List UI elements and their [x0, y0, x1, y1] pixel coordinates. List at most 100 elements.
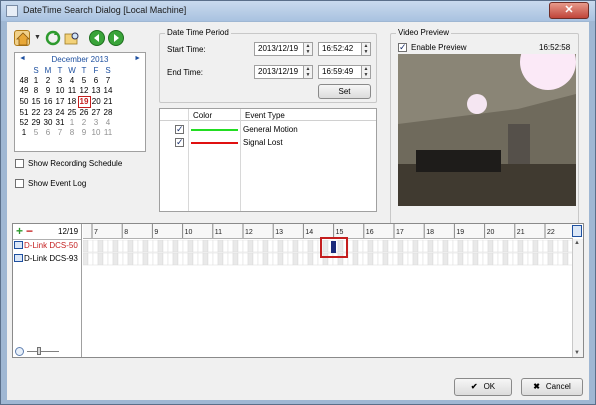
timeline-cell[interactable] — [132, 252, 139, 266]
timeline-cell[interactable] — [87, 240, 94, 253]
timeline-cell[interactable] — [427, 252, 434, 266]
timeline-cell[interactable] — [552, 240, 559, 253]
dropdown-arrow-icon[interactable]: ▼ — [34, 34, 41, 41]
calendar-day[interactable]: 10 — [54, 86, 66, 97]
video-preview-frame[interactable] — [398, 54, 576, 206]
timeline-cell[interactable] — [552, 252, 559, 266]
zoom-icon[interactable] — [15, 347, 24, 356]
add-camera-button[interactable]: + — [16, 225, 23, 237]
timeline-cell[interactable] — [512, 240, 519, 253]
calendar-day[interactable]: 9 — [42, 86, 54, 97]
month-calendar[interactable]: ◄ December 2013 ► S M T W T F S 48 1 2 3… — [14, 52, 146, 152]
calendar-day[interactable]: 11 — [66, 86, 78, 97]
timeline-cell[interactable] — [162, 252, 169, 266]
timeline-cell[interactable] — [237, 252, 244, 266]
timeline-cell[interactable] — [397, 240, 404, 253]
timeline-panel[interactable]: + − 12/19 D-Link DCS-50 D-Link DCS-93 7 8… — [12, 223, 584, 358]
calendar-month-label[interactable]: December 2013 — [15, 55, 145, 65]
timeline-cell[interactable] — [282, 252, 289, 266]
timeline-cell[interactable] — [422, 252, 429, 266]
timeline-cell[interactable] — [402, 240, 409, 253]
timeline-cell[interactable] — [447, 252, 454, 266]
timeline-cell[interactable] — [122, 240, 129, 253]
timeline-cell[interactable] — [542, 252, 549, 266]
calendar-day[interactable]: 6 — [42, 128, 54, 138]
timeline-cell[interactable] — [157, 252, 164, 266]
timeline-cell[interactable] — [122, 252, 129, 266]
title-bar[interactable]: DateTime Search Dialog [Local Machine] ✕ — [1, 1, 595, 21]
timeline-cell[interactable] — [392, 240, 399, 253]
close-button[interactable]: ✕ — [549, 2, 589, 19]
back-icon[interactable] — [89, 30, 105, 46]
calendar-day[interactable]: 30 — [42, 118, 54, 128]
timeline-cell[interactable] — [107, 240, 114, 253]
timeline-cell[interactable] — [502, 240, 509, 253]
forward-icon[interactable] — [108, 30, 124, 46]
timeline-cell[interactable] — [117, 240, 124, 253]
timeline-cell[interactable] — [507, 252, 514, 266]
timeline-cell[interactable] — [302, 240, 309, 253]
end-time-picker[interactable]: 16:59:49 ▲ ▼ — [318, 65, 371, 79]
start-time-picker[interactable]: 16:52:42 ▲ ▼ — [318, 42, 371, 56]
timeline-cell[interactable] — [107, 252, 114, 266]
timeline-cell[interactable] — [182, 240, 189, 253]
refresh-icon[interactable] — [45, 30, 61, 46]
timeline-cell[interactable] — [272, 252, 279, 266]
timeline-cell[interactable] — [147, 240, 154, 253]
calendar-day[interactable]: 1 — [30, 76, 42, 86]
timeline-cell[interactable] — [467, 252, 474, 266]
home-icon[interactable] — [14, 30, 30, 46]
timeline-cell[interactable] — [182, 252, 189, 266]
calendar-day[interactable]: 21 — [102, 97, 114, 108]
timeline-calendar-icon[interactable] — [572, 225, 582, 237]
show-event-log-label[interactable]: Show Event Log — [28, 179, 86, 188]
timeline-cell[interactable] — [172, 240, 179, 253]
timeline-cell[interactable] — [207, 252, 214, 266]
calendar-day[interactable]: 6 — [90, 76, 102, 86]
timeline-cell[interactable] — [167, 252, 174, 266]
timeline-cell[interactable] — [232, 252, 239, 266]
timeline-cell[interactable] — [307, 240, 314, 253]
calendar-day[interactable]: 10 — [90, 128, 102, 138]
enable-preview-checkbox[interactable] — [398, 42, 407, 53]
timeline-cell[interactable] — [277, 240, 284, 253]
timeline-cell[interactable] — [417, 252, 424, 266]
timeline-cell[interactable] — [242, 240, 249, 253]
zoom-slider-track[interactable] — [27, 351, 59, 352]
calendar-day[interactable]: 26 — [78, 108, 90, 119]
timeline-cell[interactable] — [162, 240, 169, 253]
calendar-day[interactable]: 5 — [30, 128, 42, 138]
timeline-cell[interactable] — [377, 240, 384, 253]
timeline-cell[interactable] — [292, 240, 299, 253]
timeline-cell[interactable] — [407, 252, 414, 266]
timeline-cell[interactable] — [257, 240, 264, 253]
show-recording-schedule-label[interactable]: Show Recording Schedule — [28, 159, 122, 168]
calendar-day[interactable]: 7 — [102, 76, 114, 86]
calendar-day[interactable]: 25 — [66, 108, 78, 119]
timeline-cell[interactable] — [357, 240, 364, 253]
timeline-cell[interactable] — [537, 252, 544, 266]
timeline-cell[interactable] — [157, 240, 164, 253]
timeline-cell[interactable] — [392, 252, 399, 266]
timeline-cell[interactable] — [212, 252, 219, 266]
timeline-cell[interactable] — [287, 240, 294, 253]
timeline-cell[interactable] — [487, 240, 494, 253]
calendar-day[interactable]: 7 — [54, 128, 66, 138]
calendar-day[interactable]: 8 — [66, 128, 78, 138]
timeline-cell[interactable] — [462, 252, 469, 266]
calendar-day[interactable]: 1 — [66, 118, 78, 128]
timeline-cell[interactable] — [412, 240, 419, 253]
timeline-cell[interactable] — [142, 240, 149, 253]
timeline-cell[interactable] — [287, 252, 294, 266]
timeline-cell[interactable] — [222, 240, 229, 253]
timeline-cell[interactable] — [272, 240, 279, 253]
timeline-cell[interactable] — [407, 240, 414, 253]
end-time-spinner[interactable]: ▲ ▼ — [361, 66, 370, 78]
folder-search-icon[interactable] — [64, 30, 80, 46]
timeline-cell[interactable] — [482, 252, 489, 266]
timeline-cell[interactable] — [382, 240, 389, 253]
cancel-button[interactable]: ✖ Cancel — [521, 378, 583, 396]
timeline-cell[interactable] — [452, 240, 459, 253]
calendar-day[interactable]: 8 — [30, 86, 42, 97]
end-date-picker[interactable]: 2013/12/19 ▲ ▼ — [254, 65, 313, 79]
